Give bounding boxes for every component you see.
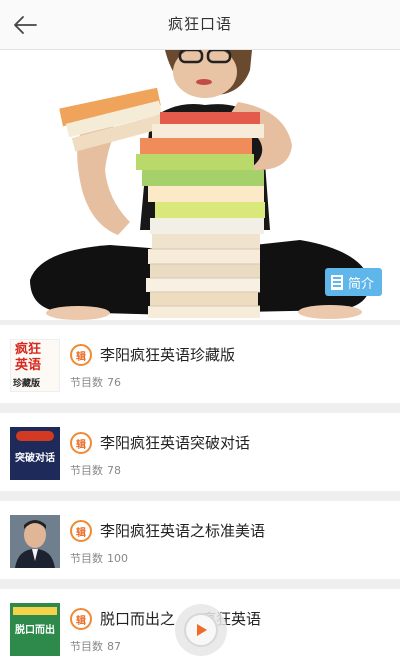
album-cover: 疯狂 英语 珍藏版 xyxy=(10,339,60,392)
cover-text: 突破对话 xyxy=(15,453,55,464)
page-title: 疯狂口语 xyxy=(167,15,232,33)
album-cover: 突破对话 xyxy=(10,427,60,480)
portrait-image xyxy=(10,515,60,568)
list-item[interactable]: 突破对话 辑 李阳疯狂英语突破对话 节目数 78 xyxy=(0,413,400,491)
intro-button-label: 简介 xyxy=(347,276,374,292)
item-meta: 节目数 87 xyxy=(70,640,121,653)
document-icon xyxy=(330,274,343,290)
item-title: 李阳疯狂英语之标准美语 xyxy=(100,522,266,540)
program-count: 87 xyxy=(107,640,121,653)
program-count: 76 xyxy=(107,376,121,389)
program-count: 100 xyxy=(107,552,128,565)
floating-player-button[interactable] xyxy=(175,604,227,656)
album-banner: 简介 xyxy=(0,50,400,320)
cover-text: 珍藏版 xyxy=(13,379,41,389)
album-badge: 辑 xyxy=(70,608,92,630)
intro-button[interactable]: 简介 xyxy=(324,268,382,296)
app: 疯狂口语 简介 疯狂 英语 珍藏版 辑 李阳疯狂英语珍藏版 节目数 76 突破对… xyxy=(0,0,400,666)
list-item[interactable]: 疯狂 英语 珍藏版 辑 李阳疯狂英语珍藏版 节目数 76 xyxy=(0,325,400,403)
list-item[interactable]: 辑 李阳疯狂英语之标准美语 节目数 100 xyxy=(0,501,400,579)
cover-text: 英语 xyxy=(15,358,42,373)
item-meta: 节目数 76 xyxy=(70,376,121,389)
item-title: 李阳疯狂英语突破对话 xyxy=(100,434,251,452)
cover-text: 疯狂 xyxy=(15,342,42,357)
player-disc xyxy=(184,613,218,647)
album-cover: 脱口而出 xyxy=(10,603,60,656)
item-title: 李阳疯狂英语珍藏版 xyxy=(100,346,236,364)
top-bar: 疯狂口语 xyxy=(0,0,400,50)
item-meta: 节目数 78 xyxy=(70,464,121,477)
album-badge: 辑 xyxy=(70,432,92,454)
album-badge: 辑 xyxy=(70,344,92,366)
album-cover xyxy=(10,515,60,568)
cover-graphic xyxy=(16,431,54,441)
album-badge: 辑 xyxy=(70,520,92,542)
item-meta: 节目数 100 xyxy=(70,552,128,565)
play-icon xyxy=(197,624,207,636)
program-count: 78 xyxy=(107,464,121,477)
cover-graphic xyxy=(13,607,57,615)
cover-text: 脱口而出 xyxy=(15,625,55,636)
